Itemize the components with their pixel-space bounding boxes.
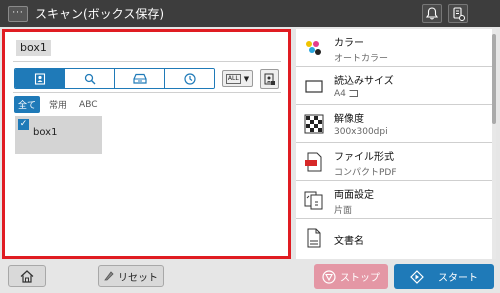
divider — [13, 61, 281, 62]
setting-resolution[interactable]: 解像度 300x300dpi — [296, 105, 492, 143]
setting-scan-size[interactable]: 読込みサイズ A4 — [296, 67, 492, 105]
tab-history[interactable] — [165, 69, 214, 88]
setting-resolution-label: 解像度 — [334, 114, 364, 125]
tab-user-box[interactable] — [15, 69, 65, 88]
box-item[interactable]: ✓ box1 — [15, 116, 102, 154]
tab-search[interactable] — [65, 69, 115, 88]
start-button-label: スタート — [438, 273, 478, 284]
home-button[interactable] — [8, 265, 46, 287]
setting-resolution-value: 300x300dpi — [334, 127, 388, 137]
filter-all[interactable]: 全て — [14, 96, 41, 113]
setting-scan-size-label: 読込みサイズ — [334, 76, 394, 87]
setting-document-name-label: 文書名 — [334, 236, 364, 247]
duplex-icon — [304, 191, 323, 210]
settings-scrollbar[interactable] — [492, 29, 496, 259]
notification-button[interactable] — [422, 4, 442, 23]
stop-button[interactable]: ストップ — [314, 264, 388, 289]
menu-button[interactable]: ··· — [8, 5, 28, 22]
clock-icon — [183, 72, 196, 85]
color-icon — [306, 41, 321, 55]
home-icon — [20, 269, 34, 283]
user-box-detail-button[interactable] — [260, 69, 279, 89]
caret-down-icon: ▼ — [243, 74, 250, 83]
bell-icon — [426, 7, 438, 20]
view-filter-button[interactable]: ALL ▼ — [222, 70, 253, 87]
setting-file-type-value: コンパクトPDF — [334, 168, 397, 178]
setting-color-value: オートカラー — [334, 54, 389, 64]
setting-file-type-label: ファイル形式 — [334, 152, 394, 163]
index-filters: 全て 常用 ABC — [14, 96, 101, 113]
start-icon — [410, 269, 424, 284]
setting-scan-size-text: A4 — [334, 89, 346, 99]
reset-button-label: リセット — [118, 272, 158, 284]
menu-button-label: ··· — [12, 8, 24, 18]
setting-color[interactable]: カラー オートカラー — [296, 29, 492, 67]
stop-icon — [322, 269, 336, 284]
selected-box-field[interactable]: box1 — [16, 40, 51, 56]
box-selection-panel: box1 ALL ▼ 全て 常用 ABC ✓ box1 — [2, 29, 291, 259]
settings-list: カラー オートカラー 読込みサイズ A4 解像度 300x300dpi ファイル… — [296, 29, 496, 259]
user-box-icon — [34, 73, 45, 85]
box-item-name: box1 — [33, 127, 58, 138]
eraser-icon — [104, 271, 114, 281]
tab-tray[interactable] — [115, 69, 165, 88]
pdf-file-icon — [305, 152, 322, 172]
document-name-icon — [307, 228, 321, 248]
box-type-tabs — [14, 68, 215, 89]
start-button[interactable]: スタート — [394, 264, 494, 289]
status-button[interactable] — [448, 4, 468, 23]
paper-size-icon — [305, 80, 323, 93]
setting-scan-size-value: A4 — [334, 89, 358, 99]
setting-duplex-value: 片面 — [334, 206, 353, 216]
search-icon — [84, 73, 95, 84]
filter-abc[interactable]: ABC — [76, 99, 100, 111]
resolution-icon — [304, 114, 324, 134]
landscape-orientation-icon — [349, 90, 358, 97]
page-title: スキャン(ボックス保存) — [35, 7, 165, 21]
scrollbar-thumb[interactable] — [492, 34, 496, 124]
tray-icon — [132, 73, 147, 84]
setting-duplex[interactable]: 両面設定 片面 — [296, 181, 492, 219]
device-status-icon — [452, 6, 465, 21]
filter-frequent[interactable]: 常用 — [46, 97, 70, 112]
title-bar: ··· スキャン(ボックス保存) — [0, 0, 500, 27]
view-filter-label: ALL — [225, 73, 241, 84]
setting-color-label: カラー — [334, 38, 364, 49]
checkbox-checked-icon: ✓ — [18, 119, 29, 130]
setting-document-name[interactable]: 文書名 — [296, 219, 492, 257]
divider — [13, 92, 281, 93]
setting-duplex-label: 両面設定 — [334, 190, 374, 201]
setting-file-type[interactable]: ファイル形式 コンパクトPDF — [296, 143, 492, 181]
box-user-icon — [264, 73, 275, 85]
stop-button-label: ストップ — [340, 273, 380, 284]
reset-button[interactable]: リセット — [98, 265, 164, 287]
